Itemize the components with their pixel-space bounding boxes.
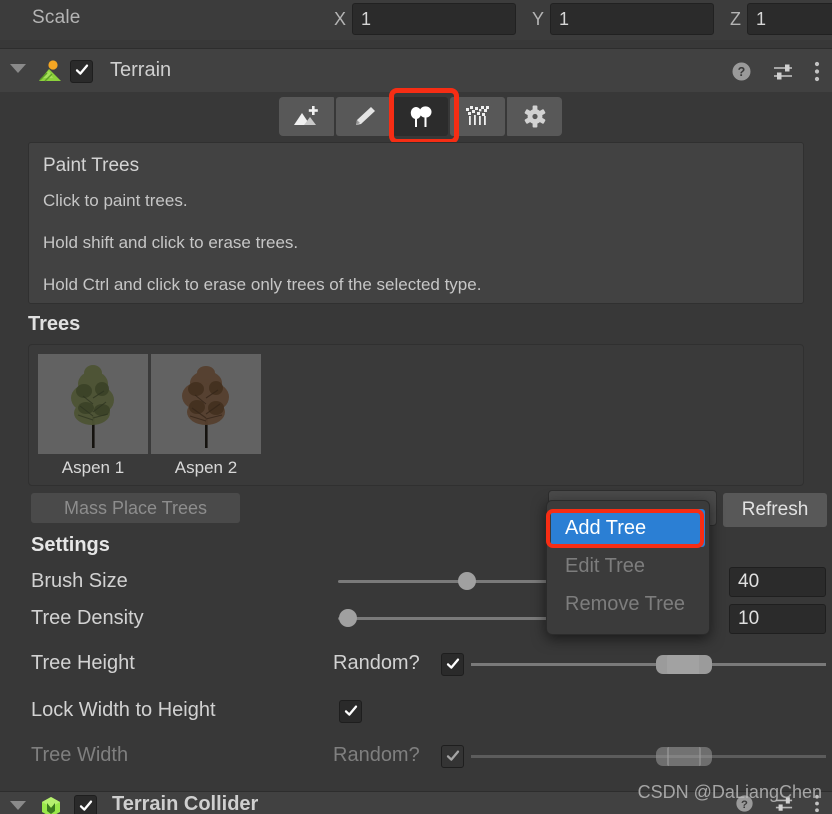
info-line-3: Hold Ctrl and click to erase only trees … <box>43 275 482 294</box>
help-icon[interactable]: ? <box>731 61 752 82</box>
mass-place-trees-button[interactable]: Mass Place Trees <box>31 493 240 523</box>
scale-z-group: Z 1 <box>730 3 832 35</box>
settings-title: Settings <box>31 534 110 556</box>
axis-letter-y: Y <box>532 8 545 29</box>
tree-label: Aspen 2 <box>174 458 238 477</box>
grass-details-icon <box>465 105 489 125</box>
checkmark-icon <box>75 64 89 75</box>
lock-width-to-height-checkbox[interactable] <box>339 700 362 723</box>
brush-icon <box>355 106 375 125</box>
tool-terrain-settings[interactable] <box>507 97 562 136</box>
tree-height-range-track[interactable] <box>471 663 826 666</box>
scale-z-input[interactable]: 1 <box>747 3 832 35</box>
menu-item-edit-tree[interactable]: Edit Tree <box>547 547 709 585</box>
brush-size-label: Brush Size <box>31 570 128 592</box>
info-line-2: Hold shift and click to erase trees. <box>43 233 299 252</box>
foldout-arrow-icon[interactable] <box>10 64 26 73</box>
tree-height-label: Tree Height <box>31 652 135 674</box>
terrain-collider-enabled-checkbox[interactable] <box>74 795 97 814</box>
terrain-icon <box>39 60 61 82</box>
brush-size-value[interactable]: 40 <box>729 567 826 597</box>
paint-trees-info-box: Paint Trees Click to paint trees. Hold s… <box>28 142 804 304</box>
tree-density-value[interactable]: 10 <box>729 604 826 634</box>
component-header-icons: ? <box>731 61 820 82</box>
info-line-1: Click to paint trees. <box>43 191 188 210</box>
tree-height-random-checkbox[interactable] <box>441 653 464 676</box>
gear-icon <box>524 105 545 127</box>
trees-palette-panel: Aspen 1 Aspen 2 <box>28 344 804 486</box>
tree-thumbnail <box>151 354 261 454</box>
tree-height-range-fill[interactable] <box>667 655 701 674</box>
collider-foldout-arrow-icon[interactable] <box>10 801 26 810</box>
component-title: Terrain <box>110 59 172 81</box>
more-menu-icon[interactable] <box>814 61 820 82</box>
refresh-button[interactable]: Refresh <box>723 493 827 527</box>
unity-inspector-panel: Scale X 1 Y 1 Z 1 Terrain ? Paint Trees … <box>0 0 832 814</box>
scale-x-group: X 1 <box>334 3 517 35</box>
checkmark-icon <box>79 800 93 811</box>
tree-width-random-label: Random? <box>333 744 420 766</box>
tree-preview-icon <box>71 365 114 448</box>
checkmark-icon <box>344 705 358 716</box>
brush-size-slider-knob[interactable] <box>458 572 476 590</box>
tool-create-neighbor-terrains[interactable] <box>279 97 334 136</box>
trees-section-title: Trees <box>28 313 81 335</box>
tree-width-range-track[interactable] <box>471 755 826 758</box>
terrain-plus-icon <box>293 105 318 125</box>
tool-paint-trees[interactable] <box>393 97 448 136</box>
axis-letter-x: X <box>334 8 347 29</box>
tree-palette-item[interactable]: Aspen 2 <box>151 354 261 478</box>
checkmark-icon <box>446 658 460 669</box>
watermark-text: CSDN @DaLiangChen <box>637 782 822 802</box>
tree-thumbnail <box>38 354 148 454</box>
tool-paint-details[interactable] <box>450 97 505 136</box>
trees-icon <box>410 105 431 127</box>
scale-x-input[interactable]: 1 <box>352 3 517 35</box>
tree-density-label: Tree Density <box>31 607 144 629</box>
tool-paint-terrain[interactable] <box>336 97 391 136</box>
tree-width-range-max-handle[interactable] <box>699 747 712 766</box>
tree-label: Aspen 1 <box>61 458 125 477</box>
scale-label: Scale <box>32 7 81 28</box>
preset-icon[interactable] <box>772 62 794 82</box>
transform-scale-row: Scale X 1 Y 1 Z 1 <box>0 0 832 40</box>
scale-y-group: Y 1 <box>532 3 715 35</box>
scale-y-input[interactable]: 1 <box>550 3 715 35</box>
terrain-enabled-checkbox[interactable] <box>70 60 93 83</box>
lock-width-to-height-label: Lock Width to Height <box>31 699 216 721</box>
checkmark-icon <box>446 750 460 761</box>
svg-text:?: ? <box>738 65 746 79</box>
axis-letter-z: Z <box>730 8 741 29</box>
terrain-collider-icon <box>42 797 60 814</box>
terrain-tool-toolbar <box>279 97 562 136</box>
edit-trees-dropdown-menu: Add Tree Edit Tree Remove Tree <box>546 500 710 635</box>
tree-preview-icon <box>182 366 229 448</box>
terrain-collider-title: Terrain Collider <box>112 793 259 814</box>
tree-height-range-max-handle[interactable] <box>699 655 712 674</box>
tree-width-label: Tree Width <box>31 744 129 766</box>
info-title: Paint Trees <box>43 155 140 176</box>
menu-item-add-tree[interactable]: Add Tree <box>551 509 705 547</box>
tree-width-range-fill[interactable] <box>667 747 701 766</box>
terrain-component-header[interactable]: Terrain ? <box>0 48 832 92</box>
tree-palette-item[interactable]: Aspen 1 <box>38 354 148 478</box>
menu-item-remove-tree[interactable]: Remove Tree <box>547 585 709 623</box>
tree-width-random-checkbox[interactable] <box>441 745 464 768</box>
tree-density-slider-knob[interactable] <box>339 609 357 627</box>
tree-height-random-label: Random? <box>333 652 420 674</box>
